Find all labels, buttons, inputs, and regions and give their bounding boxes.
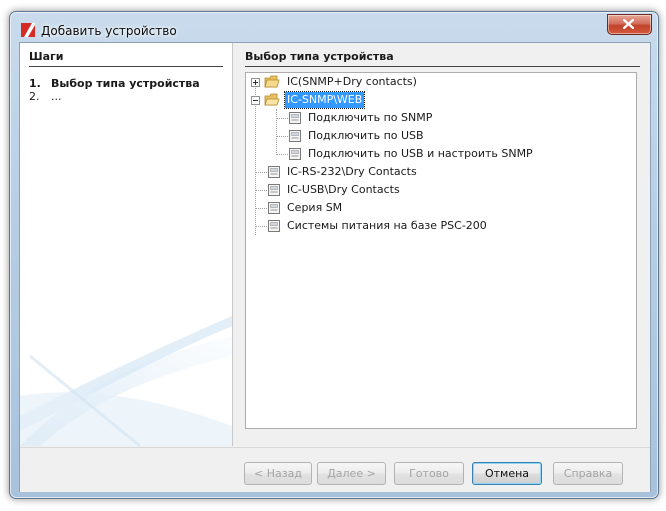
step-2-label: ... bbox=[51, 90, 62, 103]
step-1: 1. Выбор типа устройства bbox=[29, 77, 200, 90]
title-bar[interactable]: Добавить устройство bbox=[10, 12, 658, 44]
device-icon bbox=[268, 202, 280, 214]
device-icon bbox=[289, 148, 301, 160]
steps-divider bbox=[29, 66, 223, 67]
step-2-number: 2. bbox=[29, 90, 40, 103]
decorative-swoosh bbox=[20, 316, 232, 446]
folder-icon bbox=[264, 75, 280, 88]
back-button[interactable]: < Назад bbox=[244, 462, 312, 485]
step-2: 2.... bbox=[29, 90, 62, 103]
tree-item-label: Подключить по USB и настроить SNMP bbox=[308, 147, 533, 160]
steps-panel: Шаги 1. Выбор типа устройства 2.... bbox=[20, 43, 233, 446]
cancel-button[interactable]: Отмена bbox=[472, 462, 542, 485]
tree-item-series-sm[interactable]: Серия SM bbox=[246, 199, 606, 217]
tree-item-label: IC-RS-232\Dry Contacts bbox=[287, 165, 417, 178]
device-type-tree[interactable]: IC(SNMP+Dry contacts) IC-SNMP\WEB Подклю… bbox=[245, 72, 637, 429]
tree-item-label: IC-SNMP\WEB bbox=[283, 91, 366, 109]
tree-item-label: Подключить по SNMP bbox=[308, 111, 433, 124]
expand-icon[interactable] bbox=[251, 78, 260, 87]
tree-item-ic-snmp-web[interactable]: IC-SNMP\WEB bbox=[246, 91, 606, 109]
content-title: Выбор типа устройства bbox=[245, 50, 394, 63]
tree-item-ic-usb[interactable]: IC-USB\Dry Contacts bbox=[246, 181, 606, 199]
dialog-client-area: Шаги 1. Выбор типа устройства 2.... Выбо… bbox=[19, 42, 651, 492]
help-button[interactable]: Справка bbox=[553, 462, 623, 485]
close-button[interactable] bbox=[607, 14, 652, 35]
tree-item-label: Серия SM bbox=[287, 201, 343, 214]
tree-item-psc200[interactable]: Системы питания на базе PSC-200 bbox=[246, 217, 606, 235]
tree-item-connect-usb[interactable]: Подключить по USB bbox=[246, 127, 606, 145]
step-1-number: 1. bbox=[29, 77, 41, 90]
next-button[interactable]: Далее > bbox=[317, 462, 386, 485]
tree-item-ic-snmp-dry[interactable]: IC(SNMP+Dry contacts) bbox=[246, 73, 606, 91]
collapse-icon[interactable] bbox=[251, 96, 260, 105]
tree-item-ic-rs232[interactable]: IC-RS-232\Dry Contacts bbox=[246, 163, 606, 181]
tree-item-label: IC(SNMP+Dry contacts) bbox=[287, 75, 417, 88]
tree-item-label: Системы питания на базе PSC-200 bbox=[287, 219, 487, 232]
device-icon bbox=[268, 220, 280, 232]
step-1-label: Выбор типа устройства bbox=[51, 77, 200, 90]
finish-button[interactable]: Готово bbox=[394, 462, 464, 485]
tree-item-connect-snmp[interactable]: Подключить по SNMP bbox=[246, 109, 606, 127]
content-divider bbox=[245, 66, 640, 67]
device-icon bbox=[268, 166, 280, 178]
window-title: Добавить устройство bbox=[41, 24, 177, 38]
device-icon bbox=[289, 112, 301, 124]
button-bar: < Назад Далее > Готово Отмена Справка bbox=[20, 447, 650, 492]
tree-item-label: IC-USB\Dry Contacts bbox=[287, 183, 400, 196]
content-panel: Выбор типа устройства IC(SNMP+Dry contac… bbox=[233, 43, 650, 446]
device-icon bbox=[289, 130, 301, 142]
dialog-window: Добавить устройство Шаги 1. Выбор типа ус… bbox=[9, 11, 659, 499]
device-icon bbox=[268, 184, 280, 196]
tree-item-connect-usb-snmp[interactable]: Подключить по USB и настроить SNMP bbox=[246, 145, 626, 163]
folder-open-icon bbox=[264, 93, 280, 106]
app-logo-icon bbox=[21, 23, 35, 37]
close-icon bbox=[623, 19, 634, 29]
tree-item-label: Подключить по USB bbox=[308, 129, 424, 142]
steps-title: Шаги bbox=[29, 50, 64, 63]
